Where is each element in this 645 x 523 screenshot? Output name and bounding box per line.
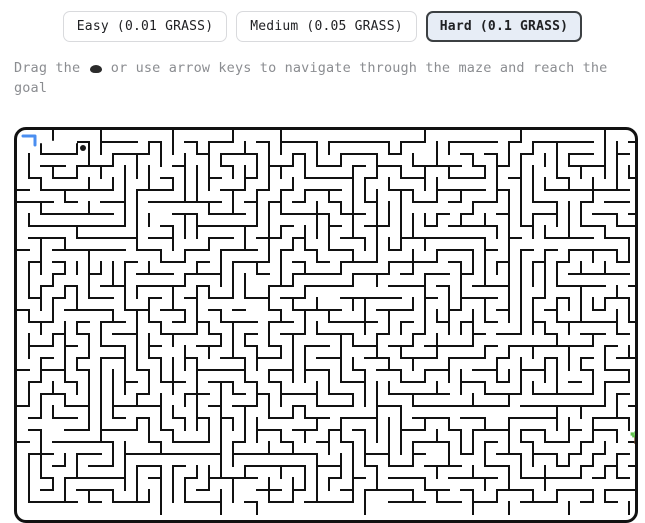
difficulty-button-medium[interactable]: Medium (0.05 GRASS) bbox=[236, 10, 417, 42]
instruction-text: Drag the or use arrow keys to navigate t… bbox=[14, 58, 626, 98]
difficulty-selector: Easy (0.01 GRASS) Medium (0.05 GRASS) Ha… bbox=[0, 0, 645, 42]
player-token-glyph-icon bbox=[89, 65, 102, 73]
maze-walls bbox=[17, 130, 635, 515]
instruction-suffix: or use arrow keys to navigate through th… bbox=[14, 60, 608, 96]
difficulty-button-easy[interactable]: Easy (0.01 GRASS) bbox=[62, 10, 228, 42]
instruction-prefix: Drag the bbox=[14, 60, 81, 76]
difficulty-button-hard[interactable]: Hard (0.1 GRASS) bbox=[425, 10, 583, 42]
maze-board[interactable] bbox=[14, 127, 638, 523]
